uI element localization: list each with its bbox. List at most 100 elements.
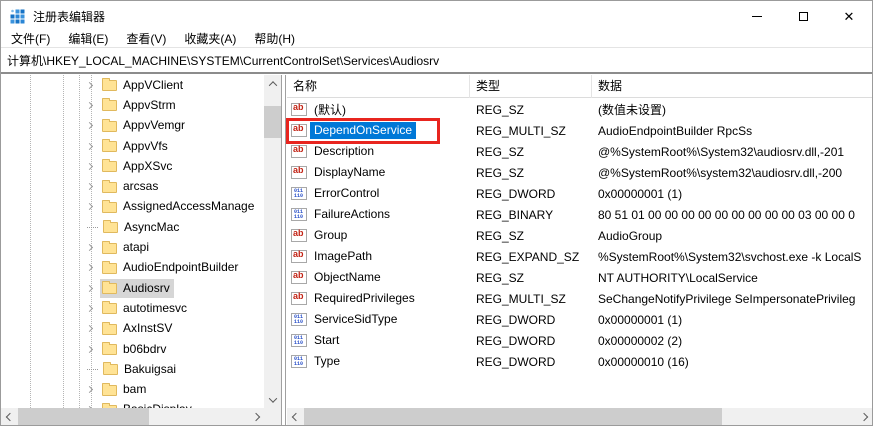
value-name: Group: [310, 227, 351, 244]
value-row-group[interactable]: Group REG_SZ AudioGroup: [287, 225, 872, 246]
tree-item-assignedaccessmanager[interactable]: AssignedAccessManage: [1, 197, 264, 217]
chevron-right-icon[interactable]: [86, 386, 93, 393]
regedit-app-icon: [10, 9, 26, 25]
tree-item-appvclient[interactable]: AppVClient: [1, 75, 264, 95]
tree-item-label: AsyncMac: [124, 220, 179, 234]
value-row-servicesidtype[interactable]: ServiceSidType REG_DWORD 0x00000001 (1): [287, 309, 872, 330]
string-value-icon: [291, 103, 307, 116]
tree-item-asyncmac[interactable]: AsyncMac: [1, 217, 264, 237]
chevron-right-icon[interactable]: [86, 203, 93, 210]
menu-view[interactable]: 查看(V): [117, 32, 175, 47]
value-row-objectname[interactable]: ObjectName REG_SZ NT AUTHORITY\LocalServ…: [287, 267, 872, 288]
value-name: DisplayName: [310, 164, 389, 181]
leaf-connector: [87, 227, 98, 228]
value-row-dependonservice[interactable]: DependOnService REG_MULTI_SZ AudioEndpoi…: [287, 120, 872, 141]
value-row-description[interactable]: Description REG_SZ @%SystemRoot%\System3…: [287, 141, 872, 162]
tree-item-atapi[interactable]: atapi: [1, 237, 264, 257]
tree-item-appxsvc[interactable]: AppXSvc: [1, 156, 264, 176]
chevron-right-icon[interactable]: [86, 122, 93, 129]
value-data: 0x00000010 (16): [592, 355, 872, 369]
value-row-imagepath[interactable]: ImagePath REG_EXPAND_SZ %SystemRoot%\Sys…: [287, 246, 872, 267]
minimize-button[interactable]: [734, 1, 780, 32]
tree-item-bakuigsai[interactable]: Bakuigsai: [1, 359, 264, 379]
chevron-right-icon[interactable]: [86, 285, 93, 292]
title-bar: 注册表编辑器 ✕: [1, 1, 872, 32]
value-data: SeChangeNotifyPrivilege SeImpersonatePri…: [592, 292, 872, 306]
value-row-start[interactable]: Start REG_DWORD 0x00000002 (2): [287, 330, 872, 351]
scroll-right-button[interactable]: [855, 408, 872, 425]
tree-item-label: b06bdrv: [123, 342, 166, 356]
tree-item-appvvemgr[interactable]: AppvVemgr: [1, 116, 264, 136]
chevron-right-icon[interactable]: [86, 305, 93, 312]
column-header-data[interactable]: 数据: [592, 75, 872, 98]
value-data: 0x00000001 (1): [592, 187, 872, 201]
folder-icon: [103, 222, 118, 233]
tree-pane: AppVClient AppvStrm AppvVemgr AppvVfs Ap…: [1, 75, 282, 425]
window-controls: ✕: [734, 1, 872, 32]
tree-item-b06bdrv[interactable]: b06bdrv: [1, 339, 264, 359]
column-header-name[interactable]: 名称: [287, 75, 470, 98]
scroll-up-button[interactable]: [264, 75, 281, 92]
tree-horizontal-scrollbar[interactable]: [1, 408, 264, 425]
chevron-right-icon[interactable]: [86, 183, 93, 190]
menu-file[interactable]: 文件(F): [2, 32, 59, 47]
main-area: AppVClient AppvStrm AppvVemgr AppvVfs Ap…: [1, 75, 872, 425]
folder-icon: [102, 243, 117, 254]
scroll-left-button[interactable]: [1, 408, 18, 425]
tree-item-bam[interactable]: bam: [1, 379, 264, 399]
chevron-right-icon[interactable]: [86, 264, 93, 271]
chevron-right-icon[interactable]: [86, 102, 93, 109]
value-row-requiredprivileges[interactable]: RequiredPrivileges REG_MULTI_SZ SeChange…: [287, 288, 872, 309]
tree-item-label: AppvVfs: [123, 139, 168, 153]
value-name: Start: [310, 332, 343, 349]
maximize-button[interactable]: [780, 1, 826, 32]
scroll-right-button[interactable]: [247, 408, 264, 425]
list-header: 名称 类型 数据: [287, 75, 872, 98]
tree-item-autotimesvc[interactable]: autotimesvc: [1, 298, 264, 318]
tree-item-label: AxInstSV: [123, 321, 172, 335]
chevron-right-icon[interactable]: [86, 244, 93, 251]
value-list: (默认) REG_SZ (数值未设置) DependOnService REG_…: [287, 99, 872, 372]
menu-favorites[interactable]: 收藏夹(A): [175, 32, 245, 47]
menu-edit[interactable]: 编辑(E): [59, 32, 117, 47]
value-name: Type: [310, 353, 344, 370]
value-type: REG_SZ: [470, 145, 592, 159]
close-button[interactable]: ✕: [826, 1, 872, 32]
tree-item-appvstrm[interactable]: AppvStrm: [1, 95, 264, 115]
menu-help[interactable]: 帮助(H): [245, 32, 304, 47]
scrollbar-thumb[interactable]: [264, 106, 281, 138]
value-row-errorcontrol[interactable]: ErrorControl REG_DWORD 0x00000001 (1): [287, 183, 872, 204]
folder-icon: [102, 202, 117, 213]
column-header-type[interactable]: 类型: [470, 75, 592, 98]
folder-icon: [102, 100, 117, 111]
tree-item-audioendpointbuilder[interactable]: AudioEndpointBuilder: [1, 258, 264, 278]
scroll-down-button[interactable]: [264, 391, 281, 408]
scrollbar-thumb[interactable]: [304, 408, 722, 425]
value-name: ServiceSidType: [310, 311, 401, 328]
scroll-left-button[interactable]: [287, 408, 304, 425]
chevron-right-icon[interactable]: [86, 345, 93, 352]
arrow-up-icon: [268, 81, 276, 89]
value-name: FailureActions: [310, 206, 394, 223]
dword-value-icon: [291, 313, 307, 326]
chevron-right-icon[interactable]: [86, 325, 93, 332]
value-row-displayname[interactable]: DisplayName REG_SZ @%SystemRoot%\system3…: [287, 162, 872, 183]
value-data: 0x00000001 (1): [592, 313, 872, 327]
value-row-type[interactable]: Type REG_DWORD 0x00000010 (16): [287, 351, 872, 372]
list-horizontal-scrollbar[interactable]: [287, 408, 872, 425]
tree-item-audiosrv[interactable]: Audiosrv: [1, 278, 264, 298]
address-bar[interactable]: 计算机\HKEY_LOCAL_MACHINE\SYSTEM\CurrentCon…: [1, 47, 872, 74]
scrollbar-thumb[interactable]: [18, 408, 149, 425]
chevron-right-icon[interactable]: [86, 163, 93, 170]
tree-item-appvvfs[interactable]: AppvVfs: [1, 136, 264, 156]
tree-item-axinstsv[interactable]: AxInstSV: [1, 319, 264, 339]
value-name: ObjectName: [310, 269, 385, 286]
value-row-default[interactable]: (默认) REG_SZ (数值未设置): [287, 99, 872, 120]
chevron-right-icon[interactable]: [86, 82, 93, 89]
folder-icon: [102, 121, 117, 132]
value-row-failureactions[interactable]: FailureActions REG_BINARY 80 51 01 00 00…: [287, 204, 872, 225]
minimize-icon: [752, 16, 762, 17]
chevron-right-icon[interactable]: [86, 142, 93, 149]
tree-vertical-scrollbar[interactable]: [264, 75, 281, 408]
tree-item-arcsas[interactable]: arcsas: [1, 176, 264, 196]
